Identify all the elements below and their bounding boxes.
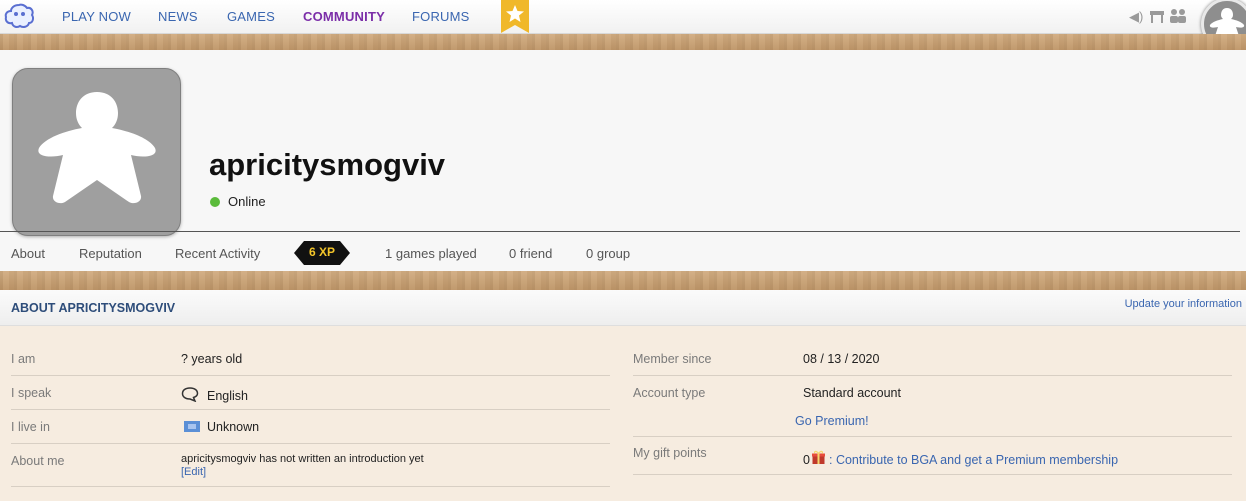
- profile-avatar: [12, 68, 181, 236]
- nav-community[interactable]: COMMUNITY: [303, 9, 385, 24]
- account-type-label: Account type: [633, 386, 706, 400]
- go-premium-link[interactable]: Go Premium!: [795, 414, 869, 428]
- status-text: Online: [228, 194, 266, 209]
- bga-logo-icon[interactable]: [4, 2, 34, 30]
- online-status: Online: [210, 194, 266, 209]
- language-value: English: [207, 389, 248, 403]
- player-name: apricitysmogviv: [209, 147, 446, 182]
- row-divider: [11, 443, 610, 444]
- star-icon[interactable]: [501, 0, 529, 33]
- tab-about[interactable]: About: [11, 246, 45, 261]
- speak-label: I speak: [11, 386, 52, 400]
- top-navbar: PLAY NOW NEWS GAMES COMMUNITY FORUMS ◀︎): [0, 0, 1246, 50]
- row-divider: [11, 486, 610, 487]
- nav-forums[interactable]: FORUMS: [412, 9, 470, 24]
- table-icon[interactable]: [1149, 10, 1165, 24]
- edit-intro-link[interactable]: [Edit]: [181, 466, 206, 478]
- xp-value[interactable]: 6 XP: [294, 245, 350, 259]
- location-label: I live in: [11, 420, 50, 434]
- location-value: Unknown: [207, 420, 260, 434]
- group-count[interactable]: 0 group: [586, 246, 630, 261]
- account-type-value: Standard account: [803, 386, 901, 400]
- friend-count[interactable]: 0 friend: [509, 246, 552, 261]
- meeple-icon: [38, 92, 156, 204]
- nav-play-now[interactable]: PLAY NOW: [62, 9, 131, 24]
- chat-bubble-icon: [181, 387, 199, 402]
- about-header: ABOUT APRICITYSMOGVIV Update your inform…: [0, 290, 1246, 326]
- age-value: ? years old: [181, 352, 243, 366]
- contribute-premium-link[interactable]: : Contribute to BGA and get a Premium me…: [829, 453, 1118, 467]
- profile-divider: [0, 231, 1240, 232]
- profile-header: apricitysmogviv Online About Reputation …: [0, 50, 1246, 271]
- row-divider: [11, 375, 610, 376]
- gift-points-label: My gift points: [633, 446, 707, 460]
- tab-recent-activity[interactable]: Recent Activity: [175, 246, 260, 261]
- member-since-value: 08 / 13 / 2020: [803, 352, 880, 366]
- games-played[interactable]: 1 games played: [385, 246, 477, 261]
- row-divider: [633, 474, 1232, 475]
- about-me-text: apricitysmogviv has not written an intro…: [181, 453, 424, 465]
- gift-points-count: 0: [803, 453, 810, 467]
- people-icon[interactable]: [1169, 8, 1187, 23]
- wood-divider-middle: [0, 271, 1246, 290]
- about-me-label: About me: [11, 454, 65, 468]
- row-divider: [11, 409, 610, 410]
- gift-icon: [812, 450, 825, 464]
- wood-divider-top: [0, 34, 1246, 50]
- about-title: ABOUT APRICITYSMOGVIV: [11, 301, 176, 315]
- online-dot-icon: [210, 197, 220, 207]
- nav-news[interactable]: NEWS: [158, 9, 198, 24]
- member-since-label: Member since: [633, 352, 712, 366]
- tab-reputation[interactable]: Reputation: [79, 246, 142, 261]
- about-panel: ABOUT APRICITYSMOGVIV Update your inform…: [0, 290, 1246, 501]
- nav-games[interactable]: GAMES: [227, 9, 275, 24]
- flag-icon: [184, 421, 200, 432]
- update-information-link[interactable]: Update your information: [1125, 298, 1242, 310]
- row-divider: [633, 436, 1232, 437]
- age-label: I am: [11, 352, 36, 366]
- sound-icon[interactable]: ◀︎): [1129, 9, 1143, 25]
- row-divider: [633, 375, 1232, 376]
